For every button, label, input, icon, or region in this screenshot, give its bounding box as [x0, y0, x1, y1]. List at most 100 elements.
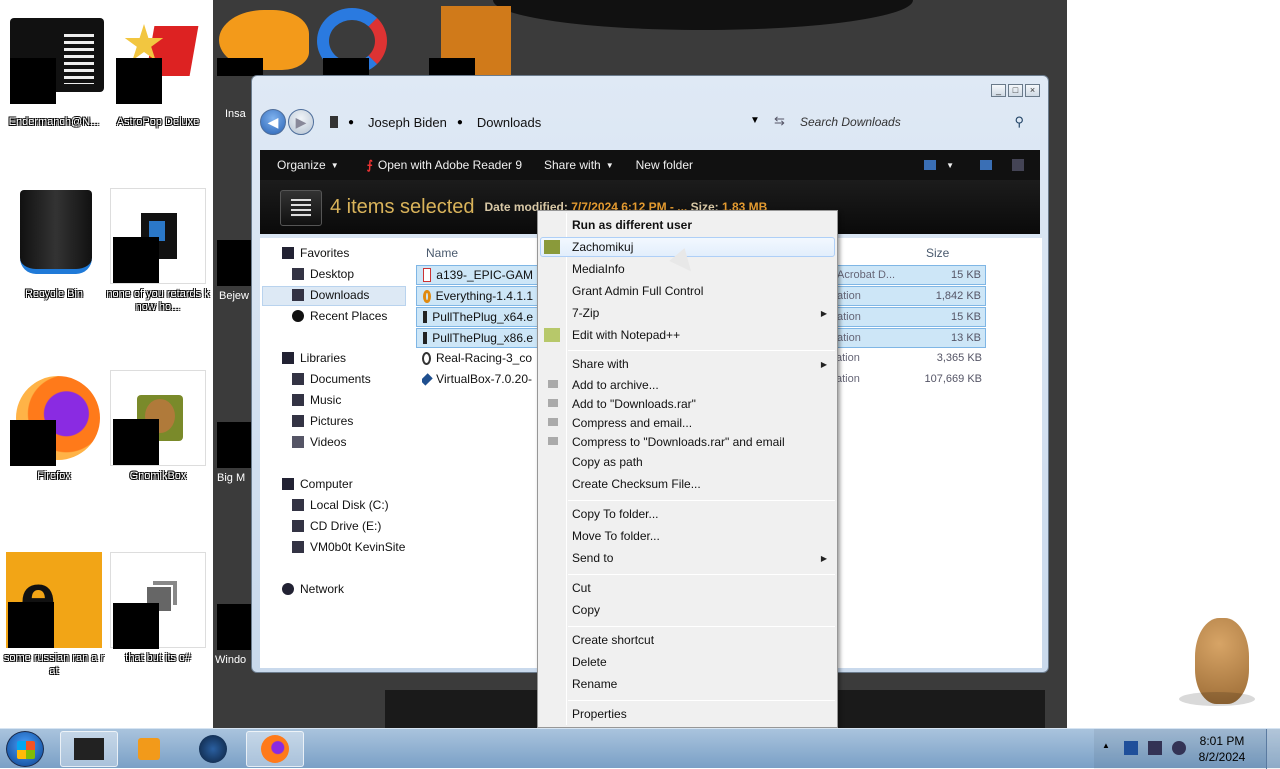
breadcrumb-separator[interactable]: ●: [457, 117, 463, 128]
address-bar: ◀ ▶ ● Joseph Biden ● Downloads ▼ ⇆ Searc…: [260, 106, 1040, 138]
menu-delete[interactable]: Delete: [572, 652, 607, 672]
show-hidden-icons[interactable]: ▲: [1102, 741, 1110, 750]
menu-create-shortcut[interactable]: Create shortcut: [572, 630, 654, 650]
desktop-icon-csharp[interactable]: that but its c#: [106, 552, 210, 665]
desktop-icon-none-of-you[interactable]: none of you retards know ho...: [106, 188, 210, 314]
menu-grant-admin[interactable]: Grant Admin Full Control: [572, 281, 703, 301]
menu-copy-to-folder[interactable]: Copy To folder...: [572, 504, 659, 524]
maximize-button[interactable]: □: [1008, 84, 1023, 97]
clock[interactable]: 8:01 PM 8/2/2024: [1192, 733, 1252, 765]
archive-icon: [548, 380, 558, 388]
nav-libraries[interactable]: Libraries: [282, 351, 346, 365]
menu-add-to-archive[interactable]: Add to archive...: [572, 375, 659, 395]
breadcrumb-downloads[interactable]: Downloads: [477, 115, 541, 130]
column-header-size[interactable]: Size: [926, 246, 949, 260]
menu-copy[interactable]: Copy: [572, 600, 600, 620]
preview-pane-icon[interactable]: [980, 160, 992, 170]
taskbar-browser[interactable]: [184, 731, 242, 767]
nav-music[interactable]: Music: [292, 393, 341, 407]
nav-downloads[interactable]: Downloads: [292, 288, 369, 302]
desktop-icon-endermanch[interactable]: Endermanch@N...: [2, 16, 106, 129]
nav-network[interactable]: Network: [282, 582, 344, 596]
app-window-icon: [423, 332, 428, 344]
menu-move-to-folder[interactable]: Move To folder...: [572, 526, 660, 546]
desktop-right: [1067, 0, 1280, 728]
menu-mediainfo[interactable]: MediaInfo: [572, 259, 625, 279]
breadcrumb-joseph-biden[interactable]: Joseph Biden: [368, 115, 447, 130]
volume-icon[interactable]: [1172, 741, 1186, 755]
menu-add-to-downloads-rar[interactable]: Add to "Downloads.rar": [572, 394, 696, 414]
nav-documents[interactable]: Documents: [292, 372, 371, 386]
show-desktop-button[interactable]: [1266, 729, 1280, 769]
search-icon[interactable]: ⚲: [1014, 114, 1024, 130]
help-icon[interactable]: [1012, 159, 1024, 171]
desktop-icon-recycle-bin[interactable]: Recycle Bin: [2, 188, 106, 301]
column-header-name[interactable]: Name: [426, 246, 458, 260]
menu-7zip[interactable]: 7-Zip: [572, 303, 599, 323]
desktop-icon-label-partial[interactable]: Windo: [215, 654, 246, 666]
nav-recent-places[interactable]: Recent Places: [292, 309, 387, 323]
nav-computer[interactable]: Computer: [282, 477, 353, 491]
nav-local-disk[interactable]: Local Disk (C:): [292, 498, 389, 512]
desktop-icon-russian-rat[interactable]: e some russian ran a rat: [2, 552, 106, 678]
nav-network-drive[interactable]: VM0b0t KevinSite: [292, 540, 405, 554]
menu-run-as-different-user[interactable]: Run as different user: [572, 215, 692, 235]
search-box[interactable]: Search Downloads ⚲: [770, 110, 1032, 134]
network-icon[interactable]: [1148, 741, 1162, 755]
menu-zachomikuj[interactable]: Zachomikuj: [572, 237, 633, 257]
videos-icon: [292, 436, 304, 448]
open-with-label: Open with Adobe Reader 9: [377, 158, 522, 172]
nav-label: Network: [300, 582, 345, 596]
menu-cut[interactable]: Cut: [572, 578, 591, 598]
menu-rename[interactable]: Rename: [572, 674, 617, 694]
nav-videos[interactable]: Videos: [292, 435, 346, 449]
taskbar-explorer[interactable]: [60, 731, 118, 767]
new-folder-button[interactable]: New folder: [636, 158, 693, 172]
nav-label: CD Drive (E:): [310, 519, 382, 533]
file-name: PullThePlug_x64.e: [432, 310, 533, 324]
menu-properties[interactable]: Properties: [572, 704, 627, 724]
nav-favorites[interactable]: Favorites: [282, 246, 349, 260]
share-with-button[interactable]: Share with ▼: [544, 158, 614, 172]
dropdown-arrow-icon[interactable]: ▼: [750, 115, 760, 126]
archive-icon: [548, 437, 558, 445]
search-input[interactable]: Search Downloads: [800, 115, 901, 129]
minimize-button[interactable]: _: [991, 84, 1006, 97]
music-icon: [292, 394, 304, 406]
taskbar-firefox[interactable]: [246, 731, 304, 767]
star-icon: [282, 247, 294, 259]
desktop-icon-astropop[interactable]: AstroPop Deluxe: [106, 16, 210, 129]
menu-compress-rar-email[interactable]: Compress to "Downloads.rar" and email: [572, 432, 785, 452]
taskbar-media-player[interactable]: [120, 731, 178, 767]
desktop-icon-firefox[interactable]: Firefox: [2, 370, 106, 483]
view-icon[interactable]: [924, 160, 936, 170]
menu-share-with[interactable]: Share with: [572, 354, 629, 374]
menu-create-checksum[interactable]: Create Checksum File...: [572, 474, 701, 494]
file-icon: [110, 188, 206, 284]
menu-edit-notepad[interactable]: Edit with Notepad++: [572, 325, 680, 345]
nav-cd-drive[interactable]: CD Drive (E:): [292, 519, 381, 533]
start-button[interactable]: [6, 731, 44, 767]
desktop-icon-gnomikbox[interactable]: GnomikBox: [106, 370, 210, 483]
file-type: ation: [836, 373, 860, 385]
close-button[interactable]: ×: [1025, 84, 1040, 97]
nav-desktop[interactable]: Desktop: [292, 267, 354, 281]
tray-app-icon[interactable]: [1124, 741, 1138, 755]
breadcrumb-separator[interactable]: ●: [348, 117, 354, 128]
nav-label: Documents: [310, 372, 371, 386]
back-button[interactable]: ◀: [260, 109, 286, 135]
menu-compress-email[interactable]: Compress and email...: [572, 413, 692, 433]
search-app-icon: [423, 289, 431, 303]
open-with-adobe-button[interactable]: ⨍ Open with Adobe Reader 9: [367, 158, 522, 172]
new-folder-label: New folder: [635, 158, 693, 172]
desktop-icon-label-partial[interactable]: Bejew: [219, 290, 249, 302]
chevron-down-icon[interactable]: ▼: [946, 161, 954, 170]
menu-send-to[interactable]: Send to: [572, 548, 613, 568]
organize-button[interactable]: Organize ▼: [277, 158, 339, 172]
menu-copy-as-path[interactable]: Copy as path: [572, 452, 643, 472]
desktop-icon-label-partial[interactable]: Big M: [217, 472, 245, 484]
computer-icon: [282, 478, 294, 490]
forward-button[interactable]: ▶: [288, 109, 314, 135]
nav-pictures[interactable]: Pictures: [292, 414, 353, 428]
desktop-icon-label-partial[interactable]: Insa: [225, 108, 246, 120]
